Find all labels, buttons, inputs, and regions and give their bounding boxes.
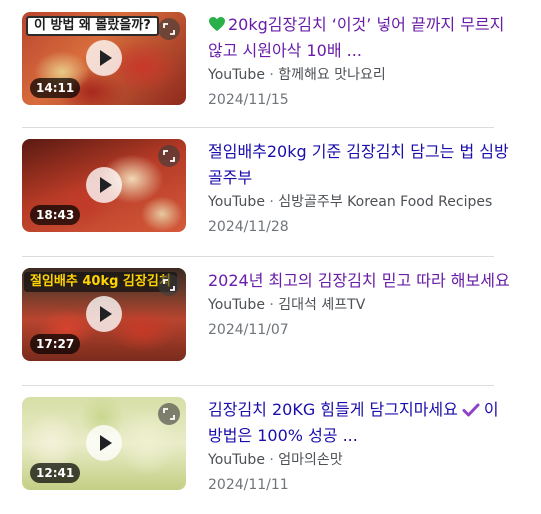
video-title-text: 2024년 최고의 김장김치 믿고 따라 해보세요 (208, 271, 510, 290)
play-icon[interactable] (86, 40, 122, 76)
video-info: 20kg김장김치 ‘이것’ 넣어 끝까지 무르지 않고 시원아삭 10배 ...… (208, 12, 518, 110)
expand-icon[interactable] (158, 403, 180, 425)
green-heart-icon (209, 17, 225, 31)
video-channel: 엄마의손맛 (278, 452, 343, 468)
thumbnail-caption: 이 방법 왜 몰랐을까? (26, 16, 159, 36)
video-channel: 심방골주부 Korean Food Recipes (278, 194, 493, 210)
video-meta: YouTube · 함께해요 맛나요리 (208, 65, 518, 85)
video-channel: 함께해요 맛나요리 (278, 67, 386, 83)
video-date: 2024/11/28 (208, 219, 289, 235)
video-date: 2024/11/15 (208, 92, 289, 108)
video-title-link[interactable]: 절임배추20kg 기준 김장김치 담그는 법 심방골주부 (208, 139, 518, 191)
video-result: 12:41 김장김치 20KG 힘들게 담그지마세요 이 방법은 100% 성공… (22, 397, 499, 493)
divider (22, 385, 494, 386)
video-duration: 17:27 (30, 334, 81, 354)
play-icon[interactable] (86, 167, 122, 203)
video-thumbnail[interactable]: 이 방법 왜 몰랐을까? 14:11 (22, 12, 186, 105)
video-source: YouTube (208, 297, 265, 313)
video-title-link[interactable]: 2024년 최고의 김장김치 믿고 따라 해보세요 (208, 268, 518, 294)
expand-icon[interactable] (158, 18, 180, 40)
video-info: 김장김치 20KG 힘들게 담그지마세요 이 방법은 100% 성공 ... Y… (208, 397, 518, 495)
video-result: 절임배추 40kg 김장김치 17:27 2024년 최고의 김장김치 믿고 따… (22, 268, 510, 363)
purple-check-icon (462, 403, 480, 417)
video-title-text: 절임배추20kg 기준 김장김치 담그는 법 심방골주부 (208, 142, 509, 187)
expand-icon[interactable] (158, 274, 180, 296)
video-thumbnail[interactable]: 절임배추 40kg 김장김치 17:27 (22, 268, 186, 361)
video-results-list: 이 방법 왜 몰랐을까? 14:11 20kg김장김치 ‘이것’ 넣어 끝까지 … (0, 0, 541, 514)
video-thumbnail[interactable]: 18:43 (22, 139, 186, 232)
divider (22, 127, 494, 128)
video-title-text: 20kg김장김치 ‘이것’ 넣어 끝까지 무르지 않고 시원아삭 10배 ... (208, 15, 505, 60)
video-duration: 12:41 (30, 463, 81, 483)
meta-separator: · (269, 297, 274, 313)
play-icon[interactable] (86, 296, 122, 332)
video-info: 2024년 최고의 김장김치 믿고 따라 해보세요 YouTube · 김대석 … (208, 268, 518, 340)
video-source: YouTube (208, 194, 265, 210)
thumbnail-caption: 절임배추 40kg 김장김치 (24, 272, 177, 292)
video-meta: YouTube · 김대석 셰프TV (208, 295, 518, 315)
meta-separator: · (269, 452, 274, 468)
video-date: 2024/11/11 (208, 477, 289, 493)
video-title-link[interactable]: 20kg김장김치 ‘이것’ 넣어 끝까지 무르지 않고 시원아삭 10배 ... (208, 12, 518, 64)
video-meta: YouTube · 심방골주부 Korean Food Recipes (208, 192, 518, 212)
meta-separator: · (269, 194, 274, 210)
play-icon[interactable] (86, 425, 122, 461)
video-channel: 김대석 셰프TV (278, 297, 366, 313)
divider (22, 256, 494, 257)
expand-icon[interactable] (158, 145, 180, 167)
video-result: 18:43 절임배추20kg 기준 김장김치 담그는 법 심방골주부 YouTu… (22, 139, 509, 235)
video-date: 2024/11/07 (208, 322, 289, 338)
video-result: 이 방법 왜 몰랐을까? 14:11 20kg김장김치 ‘이것’ 넣어 끝까지 … (22, 12, 504, 108)
video-title-text: 김장김치 20KG 힘들게 담그지마세요 (208, 400, 458, 419)
video-info: 절임배추20kg 기준 김장김치 담그는 법 심방골주부 YouTube · 심… (208, 139, 518, 237)
video-duration: 14:11 (30, 78, 81, 98)
meta-separator: · (269, 67, 274, 83)
video-duration: 18:43 (30, 205, 81, 225)
video-source: YouTube (208, 452, 265, 468)
video-meta: YouTube · 엄마의손맛 (208, 450, 518, 470)
video-source: YouTube (208, 67, 265, 83)
video-thumbnail[interactable]: 12:41 (22, 397, 186, 490)
video-title-link[interactable]: 김장김치 20KG 힘들게 담그지마세요 이 방법은 100% 성공 ... (208, 397, 518, 449)
